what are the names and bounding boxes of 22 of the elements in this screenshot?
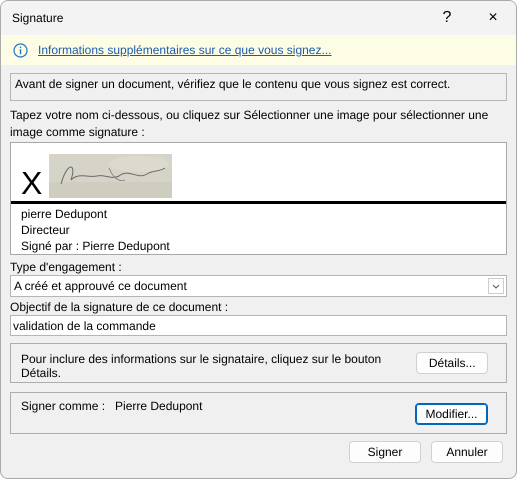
- signer-info: Signé par : Pierre Dedupont: [20, 238, 171, 254]
- sign-as-value: Pierre Dedupont: [115, 399, 202, 413]
- instructions-text: Tapez votre nom ci-dessous, ou cliquez sur Sélectionner une image pour sélectionner une image comme signature :: [10, 107, 490, 141]
- chevron-icon: [488, 278, 504, 294]
- purpose-field[interactable]: validation de la commande: [10, 315, 507, 336]
- details-text: Pour inclure des informations sur le signataire, cliquez sur le bouton Détails.: [21, 352, 382, 380]
- field-label: Type d'engagement :: [10, 259, 123, 275]
- sign-as-label: Signer comme :: [21, 399, 106, 413]
- signer-info: pierre Dedupont: [20, 206, 108, 222]
- dialog-button[interactable]: Annuler: [431, 441, 503, 463]
- modify-button[interactable]: Modifier...: [415, 403, 488, 425]
- signature-mark: X: [21, 167, 42, 199]
- details-button[interactable]: Détails...: [416, 352, 488, 374]
- window-title: Signature: [12, 11, 64, 25]
- dialog-button[interactable]: Signer: [349, 441, 421, 463]
- help-button[interactable]: ?: [424, 9, 470, 27]
- commitment-dropdown[interactable]: A créé et approuvé ce document: [10, 275, 507, 297]
- close-button[interactable]: ×: [470, 9, 516, 27]
- notice-text: Avant de signer un document, vérifiez que le contenu que vous signez est correct.: [10, 73, 507, 101]
- field-label: Objectif de la signature de ce document :: [10, 299, 230, 315]
- signer-info: Directeur: [20, 222, 71, 238]
- info-icon: [13, 42, 28, 58]
